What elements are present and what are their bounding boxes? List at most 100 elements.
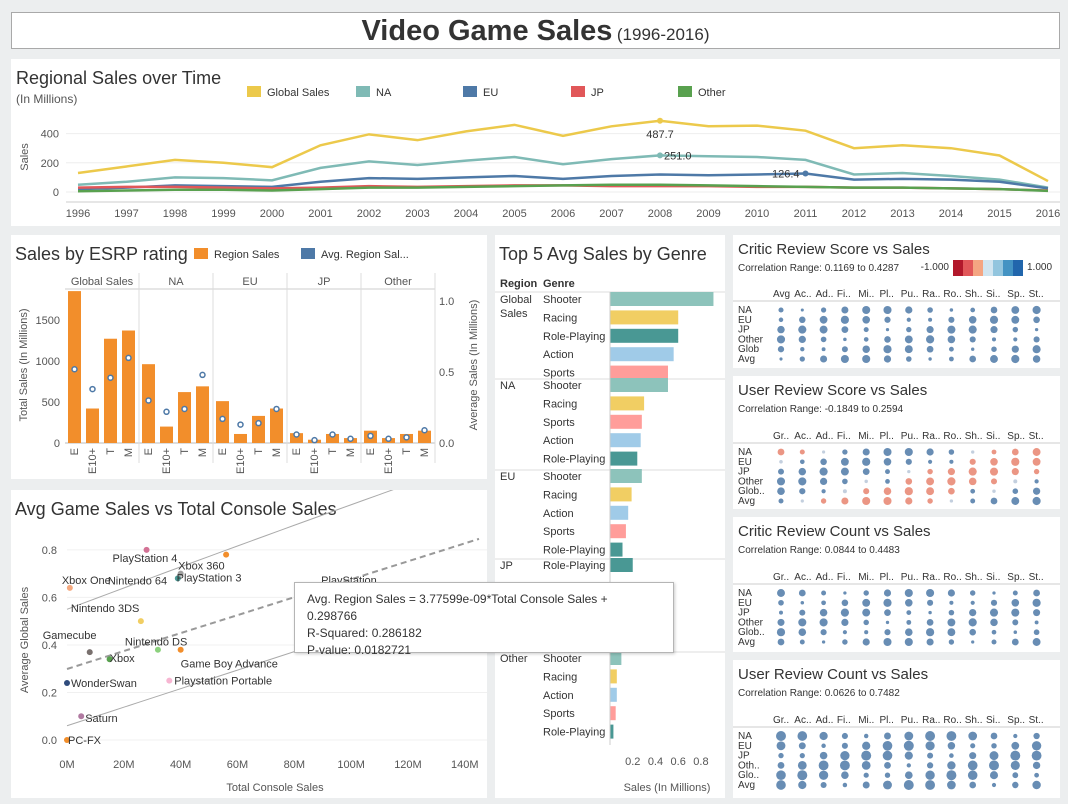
heatmap-dot <box>861 761 871 770</box>
heatmap-dot <box>862 496 871 506</box>
heatmap-dot <box>798 618 807 627</box>
heatmap-dot <box>863 327 869 333</box>
x-tick-label: 100M <box>337 759 365 771</box>
heatmap-dot <box>949 753 954 758</box>
rating-label: T <box>253 448 265 455</box>
tooltip-line-1: Avg. Region Sales = 3.77599e-09*Total Co… <box>307 592 608 623</box>
heatmap-dot <box>928 459 933 464</box>
heatmap-dot <box>799 449 805 455</box>
heatmap-dot <box>819 618 828 627</box>
heatmap-dot <box>798 628 807 637</box>
heatmap-dot <box>863 619 869 626</box>
heatmap-col-label: Ro.. <box>943 289 961 300</box>
y-tick-label: 0 <box>53 187 59 199</box>
page-title: Video Game Sales <box>361 15 613 47</box>
heatmap-dot <box>777 618 785 626</box>
heatmap-col-label: Ra.. <box>922 715 940 726</box>
heatmap-col-label: Sh.. <box>965 431 983 442</box>
heatmap-dot <box>778 599 784 606</box>
heatmap-dot <box>947 468 955 476</box>
heatmap-dot <box>861 750 872 761</box>
esrp-bar-chart[interactable]: Global SalesE E10+ T MNAE E10+ T MEUE E10+ T MJPE… <box>11 235 487 479</box>
heatmap-dot <box>927 599 934 606</box>
heatmap-dot <box>948 639 955 645</box>
heatmap-dot <box>884 772 891 778</box>
heatmap-dot <box>947 477 956 486</box>
regional-line-chart[interactable]: 0 200 400 Sales 1996 1997 1998 1999 2000 2001 2002… <box>11 59 1060 226</box>
heatmap-dot <box>1011 457 1020 466</box>
scatter-point <box>177 646 184 653</box>
heatmap-dot <box>969 628 976 636</box>
point-label: Game Boy Advance <box>181 659 278 671</box>
heatmap-dot <box>862 741 871 750</box>
point-label: PlayStation 3 <box>177 573 242 585</box>
point-label: Gamecube <box>43 630 97 642</box>
genre-label: Action <box>543 690 574 702</box>
heatmap-col-label: St.. <box>1029 289 1044 300</box>
esrp-bar <box>234 433 247 443</box>
heatmap-dot <box>777 487 785 496</box>
heatmap-row-label: Avg <box>738 637 755 648</box>
x-tick-label: 2001 <box>308 208 332 220</box>
heatmap-dot <box>819 477 828 486</box>
heatmap-dot <box>883 305 892 315</box>
heatmap-col-label: Ad.. <box>816 715 834 726</box>
heatmap-col-label: Pl.. <box>880 572 894 583</box>
heatmap-dot <box>843 337 847 342</box>
heatmap-dot <box>970 307 976 313</box>
heatmap-dot <box>925 780 936 790</box>
heatmap-dot <box>1012 781 1019 789</box>
genre-bar-chart[interactable]: Region Genre Global Sales Shooter Racing Role-… <box>495 235 725 798</box>
heatmap-dot <box>1033 589 1040 597</box>
heatmap-dot <box>883 457 892 466</box>
heatmap-dot <box>989 467 999 476</box>
heatmap-dot <box>906 326 912 333</box>
heatmap-col-label: Fi.. <box>837 289 851 300</box>
heatmap-dot <box>928 317 933 322</box>
heatmap-grid[interactable]: Gr.. Ac.. Ad.. Fi.. Mi.. Pl.. Pu.. Ra.. Ro.. Sh..… <box>733 660 1060 798</box>
heatmap-dot <box>776 770 786 780</box>
heatmap-dot <box>840 467 849 476</box>
heatmap-dot <box>990 478 998 485</box>
heatmap-dot <box>1011 741 1020 750</box>
esrp-avg-dot <box>347 435 354 442</box>
heatmap-dot <box>990 618 998 627</box>
x-tick-label: 2008 <box>648 208 672 220</box>
heatmap-grid[interactable]: Gr.. Ac.. Ad.. Fi.. Mi.. Pl.. Pu.. Ra.. Ro.. Sh..… <box>733 376 1060 509</box>
heatmap-dot <box>863 337 869 342</box>
heatmap-dot <box>799 639 805 645</box>
heatmap-dot <box>798 477 807 486</box>
y-tick-label: 200 <box>41 158 59 170</box>
genre-header: Genre <box>543 278 575 290</box>
heatmap-dot <box>1012 326 1019 333</box>
x-axis-label: Total Console Sales <box>226 782 324 794</box>
x-tick-label: 140M <box>451 759 479 771</box>
heatmap-dot <box>841 306 849 314</box>
heatmap-grid[interactable]: Avg Ac.. Ad.. Fi.. Mi.. Pl.. Pu.. Ra.. Ro.. Sh.. S… <box>733 235 1060 368</box>
heatmap-dot <box>884 336 891 343</box>
heatmap-dot <box>905 628 913 636</box>
genre-bar <box>610 365 668 380</box>
heatmap-col-label: Sh.. <box>965 289 983 300</box>
heatmap-dot <box>1031 741 1042 751</box>
heatmap-dot <box>904 588 913 598</box>
heatmap-dot <box>1013 337 1018 342</box>
na-peak-label: 251.0 <box>664 150 692 162</box>
eu-peak-label: 126.4 <box>772 169 800 181</box>
heatmap-dot <box>820 336 827 343</box>
heatmap-dot <box>820 307 827 313</box>
heatmap-dot <box>884 316 891 323</box>
heatmap-col-label: Ra.. <box>922 572 940 583</box>
heatmap-dot <box>841 346 848 353</box>
heatmap-dot <box>904 487 913 496</box>
heatmap-dot <box>884 761 891 769</box>
esrp-avg-dot <box>273 405 280 413</box>
heatmap-col-label: Si.. <box>986 431 1000 442</box>
heatmap-dot <box>820 498 827 504</box>
region-label: EU <box>500 471 515 483</box>
point-label: WonderSwan <box>71 678 137 690</box>
heatmap-grid[interactable]: Gr.. Ac.. Ad.. Fi.. Mi.. Pl.. Pu.. Ra.. Ro.. Sh..… <box>733 517 1060 652</box>
x-tick-label: 60M <box>227 759 248 771</box>
heatmap-dot <box>885 479 890 484</box>
heatmap-dot <box>820 781 827 789</box>
